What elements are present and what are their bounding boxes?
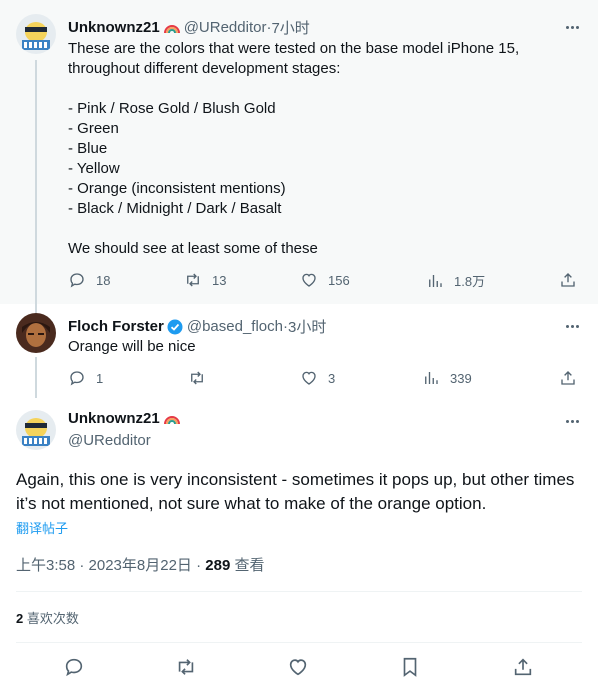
retweet-icon [178,659,194,675]
timestamp[interactable]: 上午3:58 · 2023年8月22日 · [16,557,205,574]
reply-button[interactable]: 18 [68,271,110,289]
retweet-button[interactable]: 13 [184,271,226,289]
retweet-count: 13 [212,272,227,288]
display-name[interactable]: Unknownz21 [68,410,160,427]
reply-count: 1 [96,370,104,386]
tweet-text: Orange will be nice [68,338,196,355]
translate-link[interactable]: 翻译帖子 [16,518,68,537]
views-button[interactable]: 339 [422,369,472,387]
heart-icon [302,371,316,385]
display-name[interactable]: Unknownz21 [68,19,160,36]
analytics-icon [425,372,438,384]
bookmark-button[interactable] [399,656,421,678]
likes-label: 喜欢次数 [23,611,79,626]
handle[interactable]: @URedditor [184,19,267,36]
reply-icon [65,658,83,677]
timestamp[interactable]: 7小时 [271,17,309,38]
tweet-meta: 上午3:58 · 2023年8月22日 · 289 查看 [16,554,264,575]
views-count: 289 [205,557,231,574]
heart-icon [302,273,316,287]
rainbow-emoji-icon [163,415,180,424]
more-options-icon[interactable] [562,316,582,336]
share-icon [561,371,575,385]
views-button[interactable]: 1.8万 [426,271,485,290]
tweet-text: These are the colors that were tested on… [68,40,520,257]
handle[interactable]: @URedditor [68,432,151,449]
tweet-unknownz21[interactable]: Unknownz21 @URedditor · 7小时 These are th… [0,0,598,304]
like-button[interactable]: 156 [300,271,350,289]
handle[interactable]: @based_floch [187,318,283,335]
display-name[interactable]: Floch Forster [68,318,164,335]
divider [16,642,582,643]
bookmark-icon [403,657,417,677]
reply-button[interactable] [63,656,85,678]
like-count: 3 [328,370,336,386]
timestamp[interactable]: 3小时 [288,316,326,337]
avatar[interactable] [16,14,56,54]
reply-count: 18 [96,272,111,288]
views-label: 查看 [230,557,265,574]
tweet-header: Unknownz21 @URedditor · 7小时 [68,17,310,38]
more-options-icon[interactable] [562,411,582,431]
main-tweet-text: Again, this one is very inconsistent - s… [16,470,575,513]
retweet-button[interactable] [188,369,206,387]
tweet-actions: 1 3 339 [68,369,584,389]
reply-icon [70,371,84,386]
tweet-floch-forster[interactable]: Floch Forster @based_floch · 3小时 Orange … [0,304,598,398]
avatar[interactable] [16,313,56,353]
share-icon [561,273,575,287]
verified-badge-icon [167,319,183,334]
rainbow-emoji-icon [163,24,180,33]
reply-icon [70,273,84,288]
views-count: 339 [450,370,472,386]
share-button[interactable] [559,369,577,387]
views-count: 1.8万 [454,274,486,289]
more-options-icon[interactable] [562,17,582,37]
heart-icon [289,659,307,676]
share-button[interactable] [512,656,534,678]
analytics-icon [429,274,442,287]
thread-line-top [35,304,37,313]
like-count: 156 [328,272,350,288]
retweet-button[interactable] [175,656,197,678]
likes-summary[interactable]: 2 喜欢次数 [16,608,79,627]
divider [16,591,582,592]
thread-line-bottom [35,357,37,398]
main-display-name[interactable]: Unknownz21 [68,410,180,427]
reply-button[interactable]: 1 [68,369,103,387]
thread-line [35,60,37,304]
tweet-header: Floch Forster @based_floch · 3小时 [68,316,326,337]
share-button[interactable] [559,271,577,289]
retweet-icon [187,273,199,287]
like-button[interactable]: 3 [300,369,335,387]
avatar[interactable] [16,410,56,450]
tweet-actions: 18 13 156 1.8万 [68,271,584,291]
retweet-icon [191,371,203,385]
share-icon [514,658,532,676]
like-button[interactable] [287,656,309,678]
